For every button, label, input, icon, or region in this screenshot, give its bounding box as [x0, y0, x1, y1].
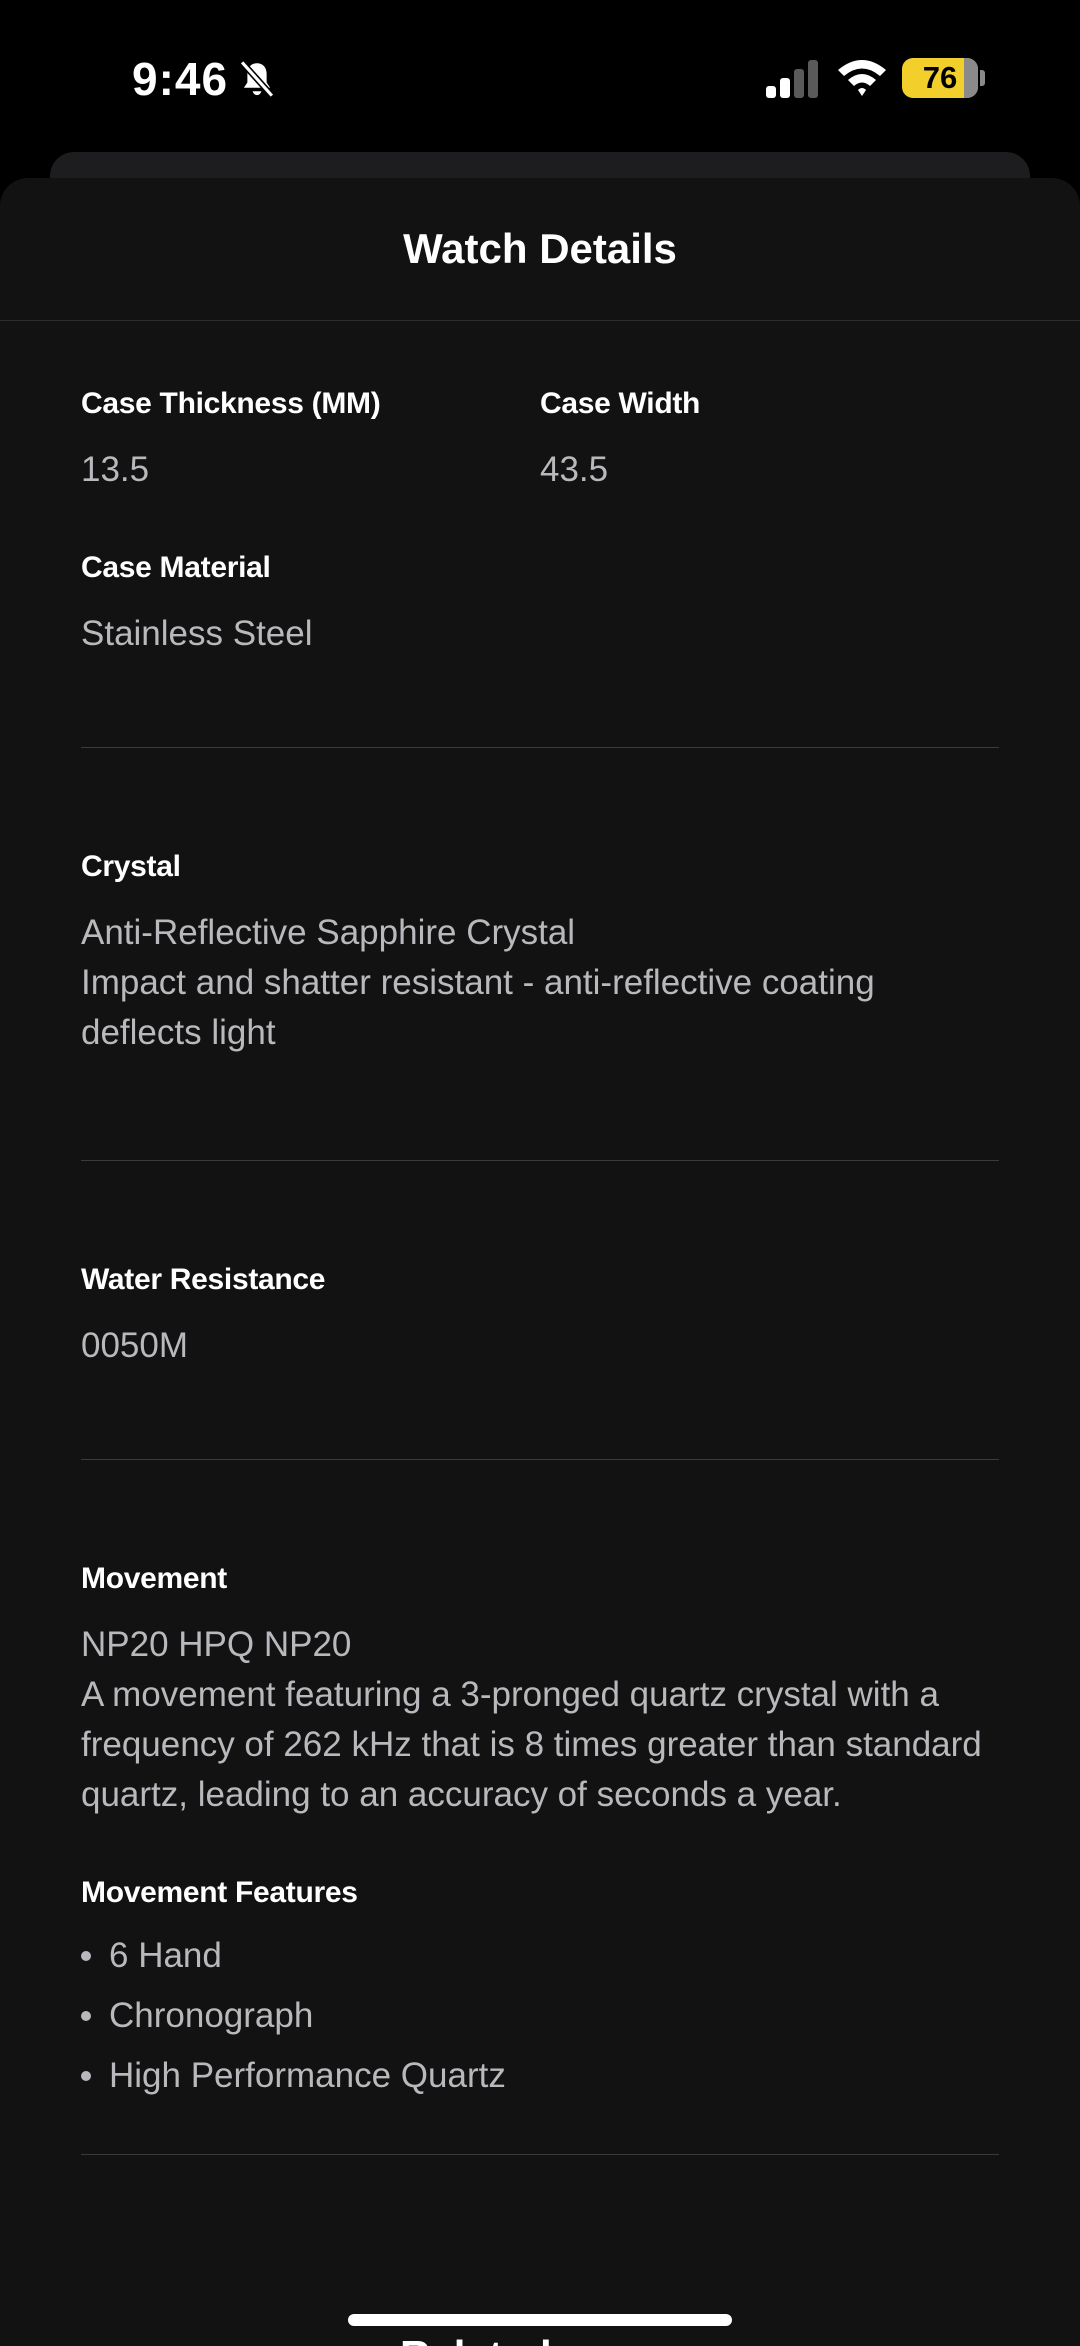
battery-icon: 76	[902, 58, 978, 98]
movement-features-field: Movement Features 6 Hand Chronograph Hig…	[81, 1876, 999, 2106]
sheet-title: Watch Details	[403, 225, 677, 272]
water-resistance-value: 0050M	[81, 1326, 189, 1365]
case-thickness-label: Case Thickness (MM)	[81, 387, 381, 420]
bullet-icon	[81, 2011, 91, 2021]
movement-value: NP20 HPQ NP20 A movement featuring a 3-p…	[81, 1620, 999, 1820]
crystal-label: Crystal	[81, 850, 181, 883]
case-dimensions-row: Case Thickness (MM) 13.5 Case Width 43.5	[81, 387, 999, 495]
next-section-title: Related Watches	[400, 2326, 700, 2346]
case-thickness-value: 13.5	[81, 450, 150, 489]
section-divider	[81, 1459, 999, 1460]
feature-text: High Performance Quartz	[109, 2056, 506, 2095]
case-width-field: Case Width 43.5	[540, 387, 999, 495]
case-material-value: Stainless Steel	[81, 614, 313, 653]
bullet-icon	[81, 2071, 91, 2081]
water-resistance-label: Water Resistance	[81, 1263, 326, 1296]
cellular-signal-icon	[766, 60, 818, 98]
home-indicator[interactable]	[348, 2314, 732, 2326]
feature-text: Chronograph	[109, 1996, 314, 2035]
status-time: 9:46	[132, 53, 229, 105]
water-resistance-field: Water Resistance 0050M	[81, 1263, 999, 1371]
crystal-field: Crystal Anti-Reflective Sapphire Crystal…	[81, 850, 999, 1058]
case-material-field: Case Material Stainless Steel	[81, 551, 999, 659]
crystal-name: Anti-Reflective Sapphire Crystal	[81, 913, 576, 952]
list-item: High Performance Quartz	[81, 2046, 999, 2106]
bell-slash-icon	[239, 60, 275, 98]
details-content: Case Thickness (MM) 13.5 Case Width 43.5…	[0, 387, 1080, 2155]
list-item: Chronograph	[81, 1986, 999, 2046]
case-material-label: Case Material	[81, 551, 271, 584]
section-divider	[81, 747, 999, 748]
movement-description: A movement featuring a 3-pronged quartz …	[81, 1675, 982, 1814]
bullet-icon	[81, 1951, 91, 1961]
status-bar: 9:46 76	[0, 0, 1080, 150]
wifi-icon	[838, 60, 886, 96]
movement-features-label: Movement Features	[81, 1876, 358, 1909]
list-item: 6 Hand	[81, 1926, 999, 1986]
battery-cap	[980, 70, 985, 86]
case-thickness-field: Case Thickness (MM) 13.5	[81, 387, 540, 495]
section-divider	[81, 1160, 999, 1161]
movement-label: Movement	[81, 1562, 227, 1595]
battery-level: 76	[922, 60, 958, 95]
crystal-value: Anti-Reflective Sapphire Crystal Impact …	[81, 908, 999, 1058]
case-width-label: Case Width	[540, 387, 701, 420]
feature-text: 6 Hand	[109, 1936, 222, 1975]
sheet-header: Watch Details	[0, 178, 1080, 321]
case-width-value: 43.5	[540, 450, 609, 489]
movement-field: Movement NP20 HPQ NP20 A movement featur…	[81, 1562, 999, 1820]
section-divider	[81, 2154, 999, 2155]
watch-details-sheet[interactable]: Watch Details Case Thickness (MM) 13.5 C…	[0, 178, 1080, 2346]
movement-features-list: 6 Hand Chronograph High Performance Quar…	[81, 1926, 999, 2106]
crystal-description: Impact and shatter resistant - anti-refl…	[81, 963, 875, 1052]
movement-name: NP20 HPQ NP20	[81, 1625, 352, 1664]
